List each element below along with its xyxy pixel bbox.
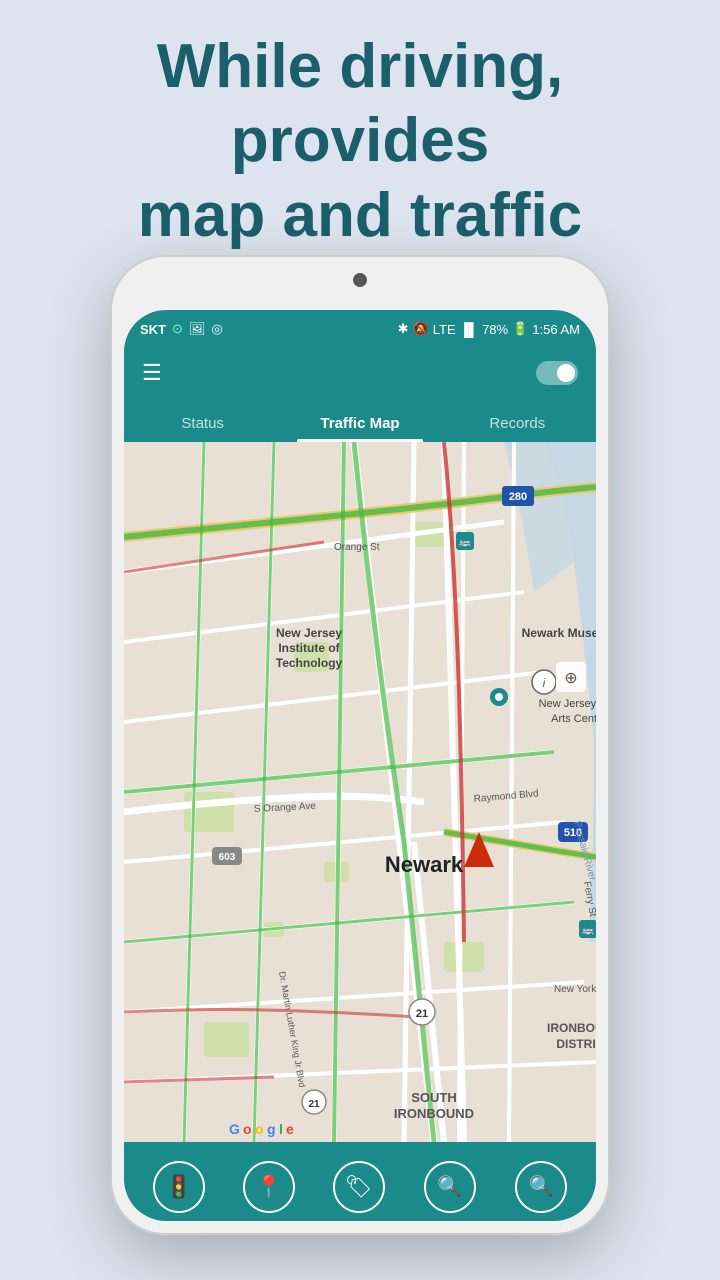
tab-status[interactable]: Status [124, 415, 281, 442]
landmark-icon: 📍 [255, 1174, 282, 1200]
nav-landmark[interactable]: 📍 Land- [243, 1161, 295, 1222]
bluetooth-icon: ✱ [398, 321, 409, 337]
labels-icon-circle: 🏷 [333, 1161, 385, 1213]
svg-text:New Jersey Perf: New Jersey Perf [539, 698, 596, 710]
app-toolbar: ☰ [124, 348, 596, 398]
battery-icon: 🔋 [512, 321, 528, 337]
zoom-in-icon-circle: 🔍 [515, 1161, 567, 1213]
svg-text:Orange St: Orange St [334, 542, 380, 553]
svg-text:G: G [229, 1121, 240, 1137]
svg-text:Institute of: Institute of [278, 641, 340, 655]
svg-text:⊕: ⊕ [564, 670, 577, 687]
nav-traffic-label: Traffic [161, 1219, 196, 1222]
svg-text:e: e [286, 1121, 294, 1137]
svg-text:280: 280 [509, 491, 527, 503]
tab-bar: Status Traffic Map Records [124, 398, 596, 442]
svg-text:g: g [267, 1121, 276, 1137]
hamburger-menu[interactable]: ☰ [142, 360, 162, 386]
phone-frame: SKT ⊙ 🖼 ◎ ✱ 🔕 LTE ▐▌ 78% 🔋 1:56 AM ☰ [110, 255, 610, 1235]
battery-label: 78% [482, 322, 508, 337]
svg-text:o: o [255, 1121, 264, 1137]
tab-traffic-map[interactable]: Traffic Map [281, 415, 438, 442]
svg-text:Newark: Newark [385, 852, 464, 877]
image-icon: 🖼 [189, 321, 206, 337]
svg-text:l: l [279, 1121, 283, 1137]
svg-text:Newark Museum: Newark Museum [522, 626, 596, 640]
status-bar: SKT ⊙ 🖼 ◎ ✱ 🔕 LTE ▐▌ 78% 🔋 1:56 AM [124, 310, 596, 348]
nav-zoom-in-label: Zoom in [518, 1219, 565, 1222]
svg-text:SOUTH: SOUTH [411, 1090, 457, 1105]
nav-zoom-in[interactable]: 🔍 Zoom in [515, 1161, 567, 1222]
bottom-nav: 🚦 Traffic 📍 Land- 🏷 Labels 🔍 [124, 1142, 596, 1221]
svg-text:i: i [543, 676, 546, 690]
svg-text:IRONBOUND: IRONBOUND [547, 1021, 596, 1035]
labels-icon: 🏷 [345, 1174, 373, 1200]
traffic-icon-circle: 🚦 [153, 1161, 205, 1213]
time-label: 1:56 AM [532, 322, 580, 337]
carrier-label: SKT [140, 322, 166, 337]
landmark-icon-circle: 📍 [243, 1161, 295, 1213]
svg-text:Arts Center: Arts Center [551, 713, 596, 725]
nav-traffic[interactable]: 🚦 Traffic [153, 1161, 205, 1222]
svg-text:o: o [243, 1121, 252, 1137]
mute-icon: 🔕 [413, 321, 429, 337]
toggle-knob [557, 364, 575, 382]
signal-bars: ▐▌ [460, 322, 478, 337]
nav-labels[interactable]: 🏷 Labels [333, 1161, 385, 1222]
status-right: ✱ 🔕 LTE ▐▌ 78% 🔋 1:56 AM [398, 321, 580, 337]
zoom-in-icon: 🔍 [529, 1174, 554, 1199]
status-left: SKT ⊙ 🖼 ◎ [140, 321, 223, 337]
zoom-out-icon: 🔍 [437, 1174, 462, 1199]
svg-text:Technology: Technology [276, 656, 343, 670]
phone-screen: SKT ⊙ 🖼 ◎ ✱ 🔕 LTE ▐▌ 78% 🔋 1:56 AM ☰ [124, 310, 596, 1221]
nav-landmark-label: Land- [252, 1219, 285, 1222]
gps-icon: ⊙ [172, 321, 183, 337]
svg-text:New York Ave: New York Ave [554, 984, 596, 995]
svg-text:🚌: 🚌 [582, 925, 595, 936]
nav-zoom-out[interactable]: 🔍 Zoom out [422, 1161, 477, 1222]
svg-text:DISTRICT: DISTRICT [556, 1037, 596, 1051]
svg-text:New Jersey: New Jersey [276, 626, 342, 640]
settings-icon: ◎ [211, 321, 222, 337]
tab-records[interactable]: Records [439, 415, 596, 442]
nav-zoom-out-label: Zoom out [422, 1219, 477, 1222]
traffic-map-svg: 280 510 603 21 21 🚌 i [124, 442, 596, 1142]
toggle-switch[interactable] [536, 361, 578, 385]
svg-text:🚌: 🚌 [459, 537, 472, 548]
svg-text:603: 603 [219, 852, 236, 863]
zoom-out-icon-circle: 🔍 [424, 1161, 476, 1213]
lte-label: LTE [433, 322, 456, 337]
camera-notch [353, 273, 367, 287]
map-area[interactable]: 280 510 603 21 21 🚌 i [124, 442, 596, 1142]
traffic-icon: 🚦 [165, 1174, 192, 1200]
svg-text:21: 21 [308, 1099, 320, 1110]
nav-labels-label: Labels [339, 1219, 377, 1222]
svg-text:IRONBOUND: IRONBOUND [394, 1106, 474, 1121]
svg-text:21: 21 [416, 1008, 428, 1020]
